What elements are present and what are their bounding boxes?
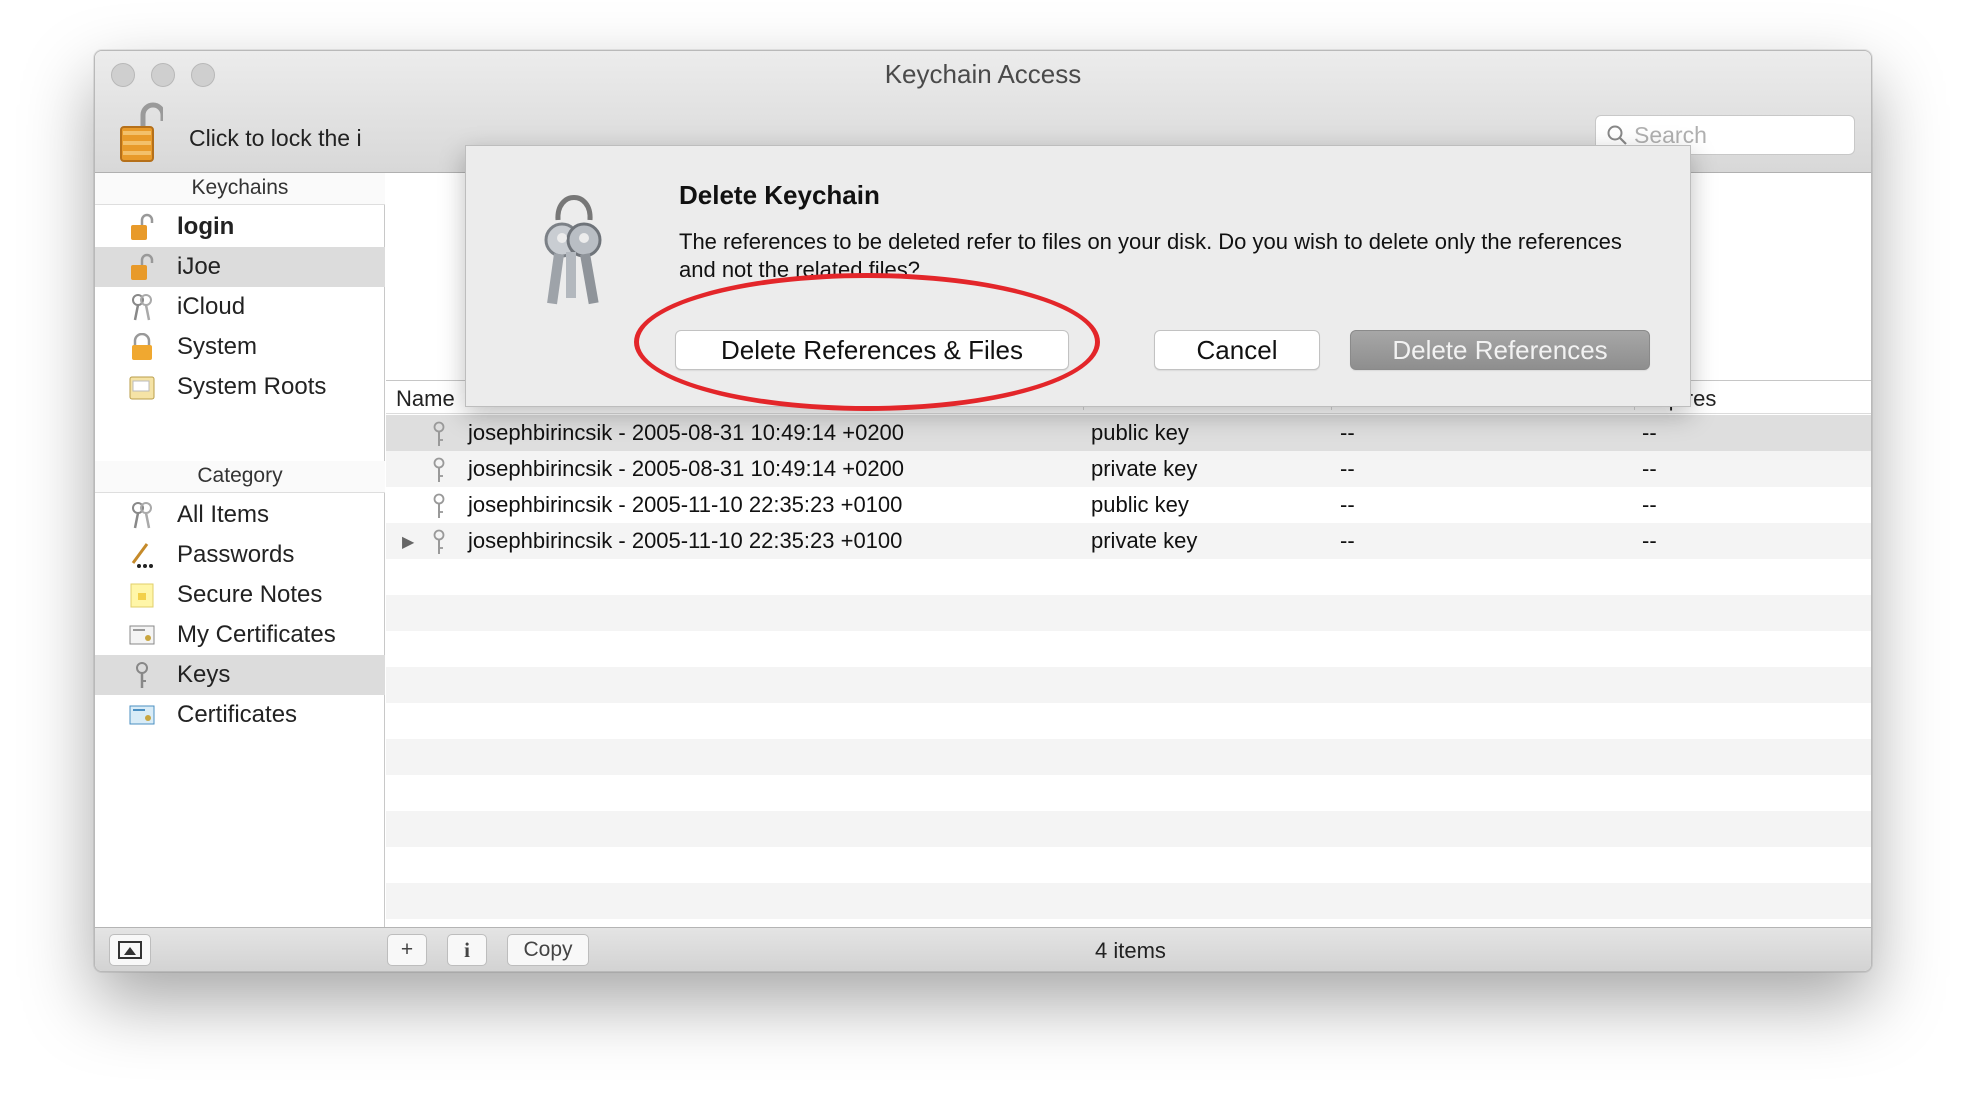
key-icon <box>136 662 148 688</box>
row-name: josephbirincsik - 2005-08-31 10:49:14 +0… <box>468 420 905 445</box>
table-body: josephbirincsik - 2005-08-31 10:49:14 +0… <box>386 415 1871 919</box>
unlocked-padlock-icon <box>131 253 154 280</box>
pencil-dots-icon <box>131 543 153 568</box>
keychain-window: Keychain Access Click to lock the i Keyc… <box>94 50 1872 972</box>
table-row[interactable]: ▶ josephbirincsik - 2005-11-10 22:35:23 … <box>386 523 1871 561</box>
bottom-bar: + i Copy 4 items <box>95 927 1871 971</box>
row-expires: -- <box>1642 420 1657 445</box>
row-date-modified: -- <box>1340 456 1355 481</box>
add-button[interactable]: + <box>387 934 427 966</box>
sidebar-item-system[interactable]: System <box>95 327 385 367</box>
sidebar-item-label: System Roots <box>177 373 327 400</box>
column-name[interactable]: Name <box>396 386 455 412</box>
empty-row <box>386 775 1871 811</box>
my-certificate-icon <box>129 625 155 645</box>
row-kind: public key <box>1091 420 1189 445</box>
key-icon <box>433 529 445 554</box>
sidebar-item-label: iCloud <box>177 293 246 320</box>
highlight-ellipse <box>634 273 1100 411</box>
row-expires: -- <box>1642 528 1657 553</box>
row-kind: public key <box>1091 492 1189 517</box>
empty-row <box>386 559 1871 595</box>
keys-icon <box>132 294 152 321</box>
row-date-modified: -- <box>1340 528 1355 553</box>
row-date-modified: -- <box>1340 420 1355 445</box>
sidebar-item-passwords[interactable]: Passwords <box>95 535 385 575</box>
sidebar-item-label: All Items <box>177 501 270 528</box>
sidebar-item-label: Passwords <box>177 541 295 568</box>
row-kind: private key <box>1091 456 1198 481</box>
table-row[interactable]: josephbirincsik - 2005-08-31 10:49:14 +0… <box>386 451 1871 487</box>
sidebar-item-ijoe[interactable]: iJoe <box>95 247 385 287</box>
empty-row <box>386 883 1871 919</box>
keychains-header: Keychains <box>95 173 385 205</box>
sidebar-item-all-items[interactable]: All Items <box>95 495 385 535</box>
item-count: 4 items <box>1095 938 1166 963</box>
empty-row <box>386 631 1871 667</box>
empty-row <box>386 847 1871 883</box>
empty-row <box>386 703 1871 739</box>
sidebar-item-icloud[interactable]: iCloud <box>95 287 385 327</box>
certificate-folder-icon <box>129 376 155 400</box>
row-name: josephbirincsik - 2005-11-10 22:35:23 +0… <box>468 492 903 517</box>
note-icon <box>130 583 154 608</box>
sidebar-item-label: Secure Notes <box>177 581 323 608</box>
sidebar-toggle-icon <box>118 941 142 959</box>
sidebar-item-certificates[interactable]: Certificates <box>95 695 385 735</box>
sidebar-item-label: My Certificates <box>177 621 336 648</box>
info-button[interactable]: i <box>447 934 487 966</box>
sidebar-item-system-roots[interactable]: System Roots <box>95 367 385 407</box>
sidebar-item-label: Certificates <box>177 701 298 728</box>
sidebar-item-login[interactable]: login <box>95 207 385 247</box>
cancel-button[interactable]: Cancel <box>1154 330 1320 370</box>
lock-label[interactable]: Click to lock the i <box>189 125 389 152</box>
sidebar-item-keys[interactable]: Keys <box>95 655 385 695</box>
empty-row <box>386 739 1871 775</box>
empty-row <box>386 595 1871 631</box>
sidebar-item-label: System <box>177 333 258 360</box>
locked-padlock-icon <box>132 333 152 360</box>
dialog-title: Delete Keychain <box>679 180 880 210</box>
keychain-keys-icon <box>544 195 602 305</box>
key-icon <box>433 421 445 446</box>
category-header: Category <box>95 461 385 493</box>
keys-icon <box>132 502 152 529</box>
sidebar: Keychains login iJoe iCloud System Syste… <box>95 173 385 927</box>
row-expires: -- <box>1642 492 1657 517</box>
delete-references-button[interactable]: Delete References <box>1350 330 1650 370</box>
row-expires: -- <box>1642 456 1657 481</box>
empty-row <box>386 811 1871 847</box>
key-icon <box>433 457 445 482</box>
sidebar-item-secure-notes[interactable]: Secure Notes <box>95 575 385 615</box>
unlocked-padlock-icon <box>131 213 154 240</box>
row-kind: private key <box>1091 528 1198 553</box>
show-keychains-button[interactable] <box>109 934 151 966</box>
table-row[interactable]: josephbirincsik - 2005-11-10 22:35:23 +0… <box>386 487 1871 523</box>
copy-button[interactable]: Copy <box>507 934 589 966</box>
sidebar-item-label: login <box>177 213 235 240</box>
sidebar-item-my-certificates[interactable]: My Certificates <box>95 615 385 655</box>
empty-row <box>386 667 1871 703</box>
row-name: josephbirincsik - 2005-11-10 22:35:23 +0… <box>468 528 903 553</box>
row-name: josephbirincsik - 2005-08-31 10:49:14 +0… <box>468 456 905 481</box>
unlocked-padlock-icon[interactable] <box>119 101 163 163</box>
certificate-icon <box>129 705 155 725</box>
sidebar-item-label: iJoe <box>177 253 222 280</box>
key-icon <box>433 493 445 518</box>
table-row[interactable]: josephbirincsik - 2005-08-31 10:49:14 +0… <box>386 415 1871 451</box>
window-title: Keychain Access <box>884 59 1082 89</box>
search-icon <box>1607 125 1627 145</box>
sidebar-item-label: Keys <box>177 661 231 688</box>
disclosure-triangle-icon[interactable]: ▶ <box>402 525 414 561</box>
row-date-modified: -- <box>1340 492 1355 517</box>
screen: Keychain Access Click to lock the i Keyc… <box>0 0 1964 1118</box>
